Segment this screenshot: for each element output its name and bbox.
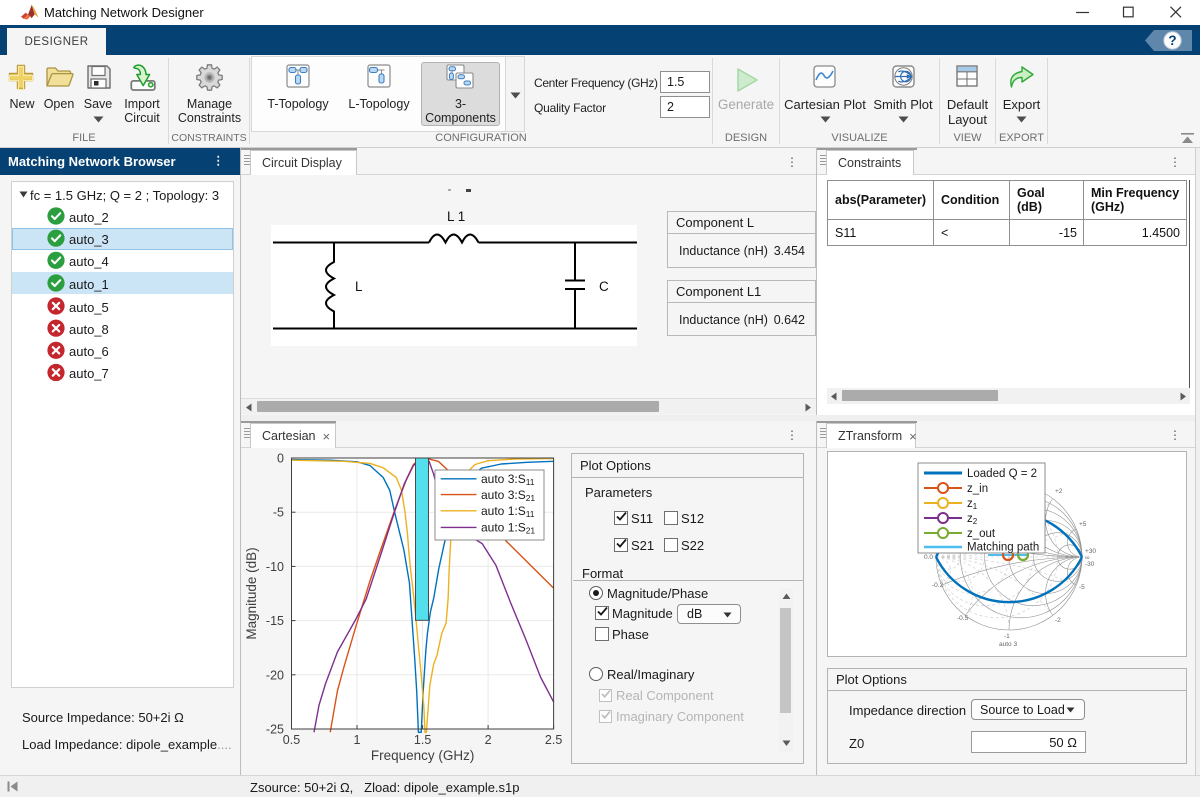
svg-text:-5: -5 xyxy=(1079,584,1085,591)
svg-text:-15: -15 xyxy=(266,614,284,628)
svg-text:+5: +5 xyxy=(1079,521,1087,528)
svg-text:Loaded Q = 2: Loaded Q = 2 xyxy=(967,468,1037,480)
svg-text:?: ? xyxy=(1168,33,1176,48)
svg-text:L: L xyxy=(355,279,363,294)
svg-text:Matching path: Matching path xyxy=(967,542,1039,554)
svg-text:-20: -20 xyxy=(266,668,284,682)
svg-text:-0.2: -0.2 xyxy=(932,582,944,589)
svg-text:z_out: z_out xyxy=(967,528,996,540)
svg-text:0.5: 0.5 xyxy=(283,733,300,747)
svg-text:-0.5: -0.5 xyxy=(957,615,969,622)
svg-text:-2: -2 xyxy=(1055,617,1061,624)
svg-text:z_in: z_in xyxy=(967,483,988,495)
svg-text:2.5: 2.5 xyxy=(545,733,562,747)
svg-text:2: 2 xyxy=(485,733,492,747)
svg-text:0: 0 xyxy=(277,452,284,466)
svg-text:1: 1 xyxy=(354,733,361,747)
svg-text:-25: -25 xyxy=(266,723,284,737)
svg-text:1.5: 1.5 xyxy=(414,733,431,747)
svg-text:C: C xyxy=(599,279,609,294)
svg-text:-1: -1 xyxy=(1004,633,1010,640)
svg-text:auto 3: auto 3 xyxy=(999,641,1017,648)
svg-text:-10: -10 xyxy=(266,560,284,574)
svg-text:0.0: 0.0 xyxy=(924,554,933,561)
svg-text:Magnitude (dB): Magnitude (dB) xyxy=(244,547,259,639)
svg-text:-5: -5 xyxy=(273,506,284,520)
svg-text:L 1: L 1 xyxy=(447,209,465,224)
svg-text:+2: +2 xyxy=(1055,488,1063,495)
svg-text:-30: -30 xyxy=(1085,561,1095,568)
svg-text:Frequency (GHz): Frequency (GHz) xyxy=(371,748,475,763)
